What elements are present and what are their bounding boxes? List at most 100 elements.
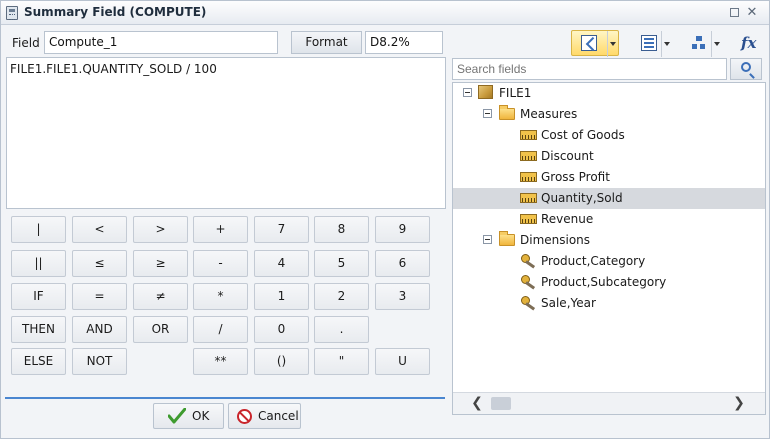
- keypad-key[interactable]: OR: [133, 316, 188, 343]
- scroll-right-arrow-icon[interactable]: ❯: [731, 394, 747, 412]
- tree-node-measures[interactable]: Measures: [453, 104, 765, 125]
- collapse-toggle-icon[interactable]: [463, 88, 472, 97]
- measure-ruler-icon: [520, 130, 537, 140]
- measure-ruler-icon: [520, 172, 537, 182]
- ok-button[interactable]: OK: [153, 403, 224, 429]
- keypad-key[interactable]: ELSE: [11, 348, 66, 375]
- fields-tree: FILE1 Measures Cost of Goods Discount Gros…: [452, 82, 766, 415]
- keypad-key[interactable]: ≥: [133, 250, 188, 277]
- measure-ruler-icon: [520, 193, 537, 203]
- move-tool-button[interactable]: [571, 30, 619, 57]
- keypad-key[interactable]: +: [193, 216, 248, 243]
- keypad-key[interactable]: .: [314, 316, 369, 343]
- expression-editor[interactable]: FILE1.FILE1.QUANTITY_SOLD / 100: [6, 57, 446, 209]
- tree-node-measure[interactable]: Revenue: [453, 209, 765, 230]
- dimension-key-icon: [520, 253, 537, 269]
- measure-ruler-icon: [520, 214, 537, 224]
- field-name-input[interactable]: Compute_1: [44, 31, 278, 54]
- keypad-key[interactable]: (): [254, 348, 309, 375]
- restore-icon: [729, 8, 739, 17]
- title-bar[interactable]: Summary Field (COMPUTE) ✕: [1, 1, 769, 25]
- keypad-key[interactable]: 8: [314, 216, 369, 243]
- keypad-key[interactable]: ≠: [133, 283, 188, 310]
- scroll-thumb[interactable]: [491, 397, 511, 410]
- keypad-key[interactable]: 6: [375, 250, 430, 277]
- columns-icon: [641, 35, 657, 51]
- tree-node-label: Dimensions: [520, 233, 591, 247]
- tree-node-label: Measures: [520, 107, 578, 121]
- keypad-key[interactable]: /: [193, 316, 248, 343]
- measure-ruler-icon: [520, 151, 537, 161]
- cancel-button[interactable]: Cancel: [228, 403, 301, 429]
- function-button[interactable]: fx: [733, 30, 763, 56]
- keypad-key[interactable]: 0: [254, 316, 309, 343]
- tree-node-measure[interactable]: Gross Profit: [453, 167, 765, 188]
- cancel-label: Cancel: [258, 409, 299, 423]
- keypad-key[interactable]: THEN: [11, 316, 66, 343]
- tree-node-label: Gross Profit: [541, 170, 610, 184]
- keypad-key[interactable]: ≤: [72, 250, 127, 277]
- keypad-key[interactable]: 9: [375, 216, 430, 243]
- tree-node-dimensions[interactable]: Dimensions: [453, 230, 765, 251]
- keypad-key[interactable]: <: [72, 216, 127, 243]
- keypad-key[interactable]: IF: [11, 283, 66, 310]
- tree-node-label: Quantity,Sold: [541, 191, 623, 205]
- scroll-left-arrow-icon[interactable]: ❮: [469, 394, 485, 412]
- cancel-icon: [237, 409, 252, 424]
- tree-node-dimension[interactable]: Product,Subcategory: [453, 272, 765, 293]
- collapse-toggle-icon[interactable]: [483, 109, 492, 118]
- format-input[interactable]: D8.2%: [365, 31, 443, 54]
- keypad-key[interactable]: *: [193, 283, 248, 310]
- keypad-key[interactable]: 3: [375, 283, 430, 310]
- dimension-key-icon: [520, 295, 537, 311]
- close-button[interactable]: ✕: [745, 6, 759, 20]
- search-button[interactable]: [730, 58, 762, 80]
- fields-toolbar: fx: [452, 30, 767, 58]
- tree-node-dimension[interactable]: Product,Category: [453, 251, 765, 272]
- tree-node-measure[interactable]: Discount: [453, 146, 765, 167]
- tree-node-dimension[interactable]: Sale,Year: [453, 293, 765, 314]
- keypad-key[interactable]: 4: [254, 250, 309, 277]
- tree-dropdown-arrow[interactable]: [711, 31, 722, 57]
- folder-icon: [499, 105, 515, 120]
- keypad-key[interactable]: U: [375, 348, 430, 375]
- keypad-key[interactable]: |: [11, 216, 66, 243]
- format-button[interactable]: Format: [291, 31, 362, 54]
- footer-divider: [5, 397, 445, 399]
- tree-node-label: Product,Category: [541, 254, 646, 268]
- move-dropdown-arrow[interactable]: [607, 31, 618, 57]
- restore-button[interactable]: [727, 6, 741, 20]
- tree-view-button[interactable]: [681, 30, 723, 57]
- keypad-key[interactable]: 2: [314, 283, 369, 310]
- summary-field-dialog: Summary Field (COMPUTE) ✕ Field Compute_…: [0, 0, 770, 439]
- search-fields-input[interactable]: [452, 58, 727, 80]
- tree-node-measure[interactable]: Quantity,Sold: [453, 188, 765, 209]
- keypad-key[interactable]: ||: [11, 250, 66, 277]
- tree-node-label: Product,Subcategory: [541, 275, 667, 289]
- columns-dropdown-arrow[interactable]: [661, 31, 672, 57]
- columns-view-button[interactable]: [631, 30, 673, 57]
- move-icon: [581, 35, 597, 51]
- keypad-key[interactable]: **: [193, 348, 248, 375]
- keypad-key[interactable]: AND: [72, 316, 127, 343]
- keypad-key[interactable]: NOT: [72, 348, 127, 375]
- keypad-key[interactable]: ": [314, 348, 369, 375]
- keypad-key[interactable]: -: [193, 250, 248, 277]
- calculator-icon: [6, 6, 18, 20]
- keypad-key[interactable]: =: [72, 283, 127, 310]
- keypad-key[interactable]: 5: [314, 250, 369, 277]
- checkmark-icon: [168, 408, 186, 424]
- dimension-key-icon: [520, 274, 537, 290]
- collapse-toggle-icon[interactable]: [483, 235, 492, 244]
- folder-icon: [499, 231, 515, 246]
- tree-icon: [691, 35, 707, 51]
- search-icon: [741, 62, 751, 72]
- keypad-key[interactable]: >: [133, 216, 188, 243]
- tree-node-label: Cost of Goods: [541, 128, 625, 142]
- keypad-key[interactable]: 7: [254, 216, 309, 243]
- keypad-key[interactable]: 1: [254, 283, 309, 310]
- tree-node-file1[interactable]: FILE1: [453, 83, 765, 104]
- tree-node-label: Revenue: [541, 212, 594, 226]
- tree-node-measure[interactable]: Cost of Goods: [453, 125, 765, 146]
- function-fx-icon: fx: [741, 34, 757, 52]
